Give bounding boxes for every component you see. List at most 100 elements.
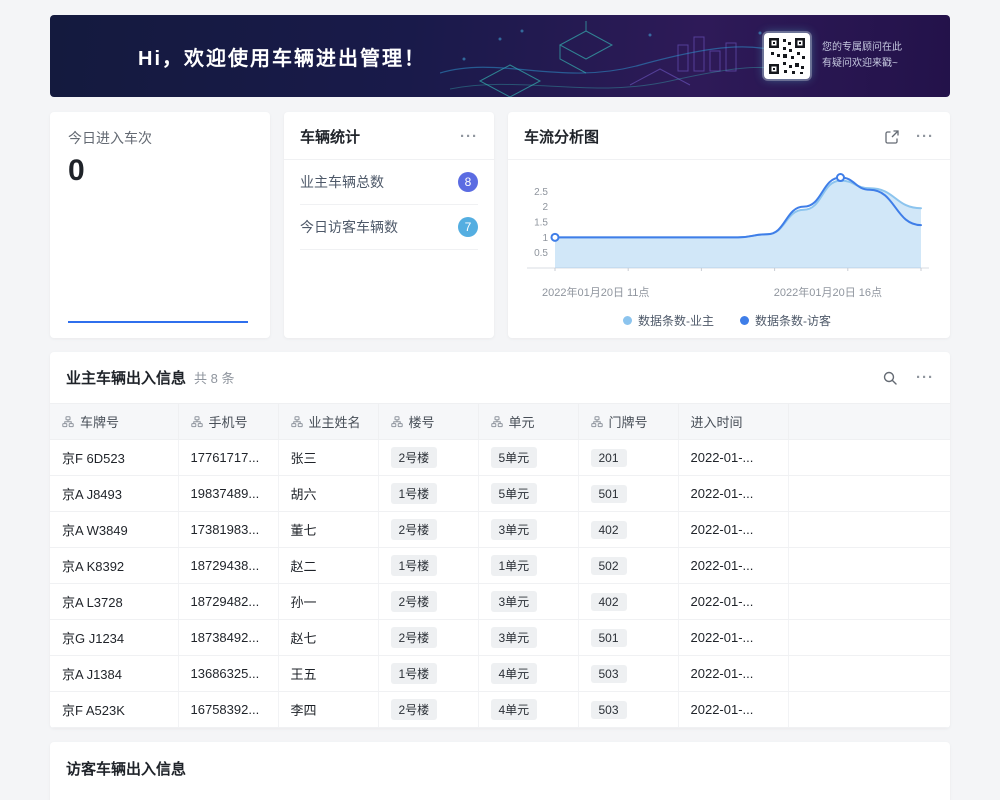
more-menu-icon[interactable]: ··· <box>460 129 478 144</box>
today-entries-sparkline <box>68 321 248 323</box>
cell-door: 201 <box>578 440 678 476</box>
tag: 402 <box>591 593 627 611</box>
owner-table-body: 京F 6D52317761717...张三2号楼5单元2012022-01-..… <box>50 440 950 728</box>
today-entries-card: 今日进入车次 0 <box>50 112 270 338</box>
stat-item: 业主车辆总数8 <box>300 160 478 205</box>
legend-label: 数据条数-访客 <box>755 312 831 329</box>
cell-name: 赵二 <box>278 548 378 584</box>
today-entries-value: 0 <box>68 154 252 188</box>
column-header[interactable]: 手机号 <box>178 404 278 440</box>
table-row: 京A L372818729482...孙一2号楼3单元4022022-01-..… <box>50 584 950 620</box>
column-header-label: 手机号 <box>209 412 248 431</box>
cell-unit: 4单元 <box>478 656 578 692</box>
tag: 3单元 <box>491 591 538 612</box>
column-header-label: 楼号 <box>409 412 435 431</box>
cell-building: 2号楼 <box>378 584 478 620</box>
visitor-card-title: 访客车辆出入信息 <box>66 758 934 779</box>
column-header[interactable]: 业主姓名 <box>278 404 378 440</box>
visitor-vehicles-card: 访客车辆出入信息 截图 <box>50 742 950 800</box>
chart-legend: 数据条数-业主 数据条数-访客 <box>516 312 938 329</box>
cell-unit: 3单元 <box>478 512 578 548</box>
cell-name: 胡六 <box>278 476 378 512</box>
owner-table-title: 业主车辆出入信息 <box>66 367 186 388</box>
cell-empty <box>788 692 950 728</box>
cell-plate: 京G J1234 <box>50 620 178 656</box>
column-header-label: 单元 <box>509 412 535 431</box>
table-row: 京F A523K16758392...李四2号楼4单元5032022-01-..… <box>50 692 950 728</box>
cell-name: 王五 <box>278 656 378 692</box>
cell-door: 501 <box>578 476 678 512</box>
tag: 503 <box>591 665 627 683</box>
field-type-icon <box>391 416 403 428</box>
svg-text:2.5: 2.5 <box>534 187 548 198</box>
stat-item: 今日访客车辆数7 <box>300 205 478 250</box>
top-cards-row: 今日进入车次 0 车辆统计 ··· 业主车辆总数8今日访客车辆数7 车流分析图 … <box>50 112 950 338</box>
column-header-label: 进入时间 <box>691 412 743 431</box>
qr-caption-line1: 您的专属顾问在此 <box>822 40 902 56</box>
field-type-icon <box>491 416 503 428</box>
cell-phone: 18738492... <box>178 620 278 656</box>
stat-badge: 7 <box>458 217 478 237</box>
field-type-icon <box>591 416 603 428</box>
traffic-chart-svg: 0.511.522.5 <box>516 170 938 282</box>
cell-door: 402 <box>578 584 678 620</box>
x-label-end: 2022年01月20日 16点 <box>774 284 882 300</box>
banner-greeting: Hi，欢迎使用车辆进出管理！ <box>138 42 426 71</box>
cell-time: 2022-01-... <box>678 548 788 584</box>
vehicle-stats-card: 车辆统计 ··· 业主车辆总数8今日访客车辆数7 <box>284 112 494 338</box>
cell-building: 1号楼 <box>378 476 478 512</box>
column-header[interactable]: 进入时间 <box>678 404 788 440</box>
cell-building: 1号楼 <box>378 656 478 692</box>
svg-text:2: 2 <box>542 202 548 213</box>
field-type-icon <box>62 416 74 428</box>
field-type-icon <box>291 416 303 428</box>
tag: 1单元 <box>491 555 538 576</box>
cell-plate: 京A K8392 <box>50 548 178 584</box>
tag: 5单元 <box>491 483 538 504</box>
tag: 402 <box>591 521 627 539</box>
cell-name: 张三 <box>278 440 378 476</box>
cell-plate: 京A W3849 <box>50 512 178 548</box>
table-row: 京G J123418738492...赵七2号楼3单元5012022-01-..… <box>50 620 950 656</box>
column-header[interactable]: 单元 <box>478 404 578 440</box>
cell-empty <box>788 656 950 692</box>
today-entries-title: 今日进入车次 <box>68 128 252 148</box>
cell-phone: 17761717... <box>178 440 278 476</box>
cell-unit: 5单元 <box>478 476 578 512</box>
search-icon[interactable] <box>882 370 898 386</box>
tag: 2号楼 <box>391 591 438 612</box>
cell-time: 2022-01-... <box>678 656 788 692</box>
cell-door: 503 <box>578 692 678 728</box>
table-row: 京A K839218729438...赵二1号楼1单元5022022-01-..… <box>50 548 950 584</box>
open-external-icon[interactable] <box>884 129 900 145</box>
column-header[interactable]: 门牌号 <box>578 404 678 440</box>
cell-unit: 1单元 <box>478 548 578 584</box>
more-menu-icon[interactable]: ··· <box>916 370 934 385</box>
column-header <box>788 404 950 440</box>
legend-item[interactable]: 数据条数-访客 <box>740 312 831 329</box>
cell-name: 李四 <box>278 692 378 728</box>
column-header[interactable]: 车牌号 <box>50 404 178 440</box>
cell-door: 501 <box>578 620 678 656</box>
qr-caption-line2: 有疑问欢迎来戳~ <box>822 56 902 72</box>
cell-time: 2022-01-... <box>678 620 788 656</box>
more-menu-icon[interactable]: ··· <box>916 129 934 144</box>
column-header-label: 门牌号 <box>609 412 648 431</box>
table-row: 京A W384917381983...董七2号楼3单元4022022-01-..… <box>50 512 950 548</box>
vehicle-stats-title: 车辆统计 <box>300 126 360 147</box>
cell-unit: 3单元 <box>478 620 578 656</box>
legend-item[interactable]: 数据条数-业主 <box>623 312 714 329</box>
cell-empty <box>788 620 950 656</box>
tag: 2号楼 <box>391 627 438 648</box>
tag: 201 <box>591 449 627 467</box>
cell-plate: 京F 6D523 <box>50 440 178 476</box>
column-header[interactable]: 楼号 <box>378 404 478 440</box>
cell-door: 502 <box>578 548 678 584</box>
cell-unit: 5单元 <box>478 440 578 476</box>
owner-table-header: 业主车辆出入信息 共 8 条 ··· <box>50 352 950 403</box>
owner-table-count: 共 8 条 <box>194 368 234 387</box>
cell-building: 2号楼 <box>378 440 478 476</box>
vehicle-stats-list: 业主车辆总数8今日访客车辆数7 <box>284 160 494 250</box>
legend-dot <box>740 316 749 325</box>
cell-phone: 18729438... <box>178 548 278 584</box>
